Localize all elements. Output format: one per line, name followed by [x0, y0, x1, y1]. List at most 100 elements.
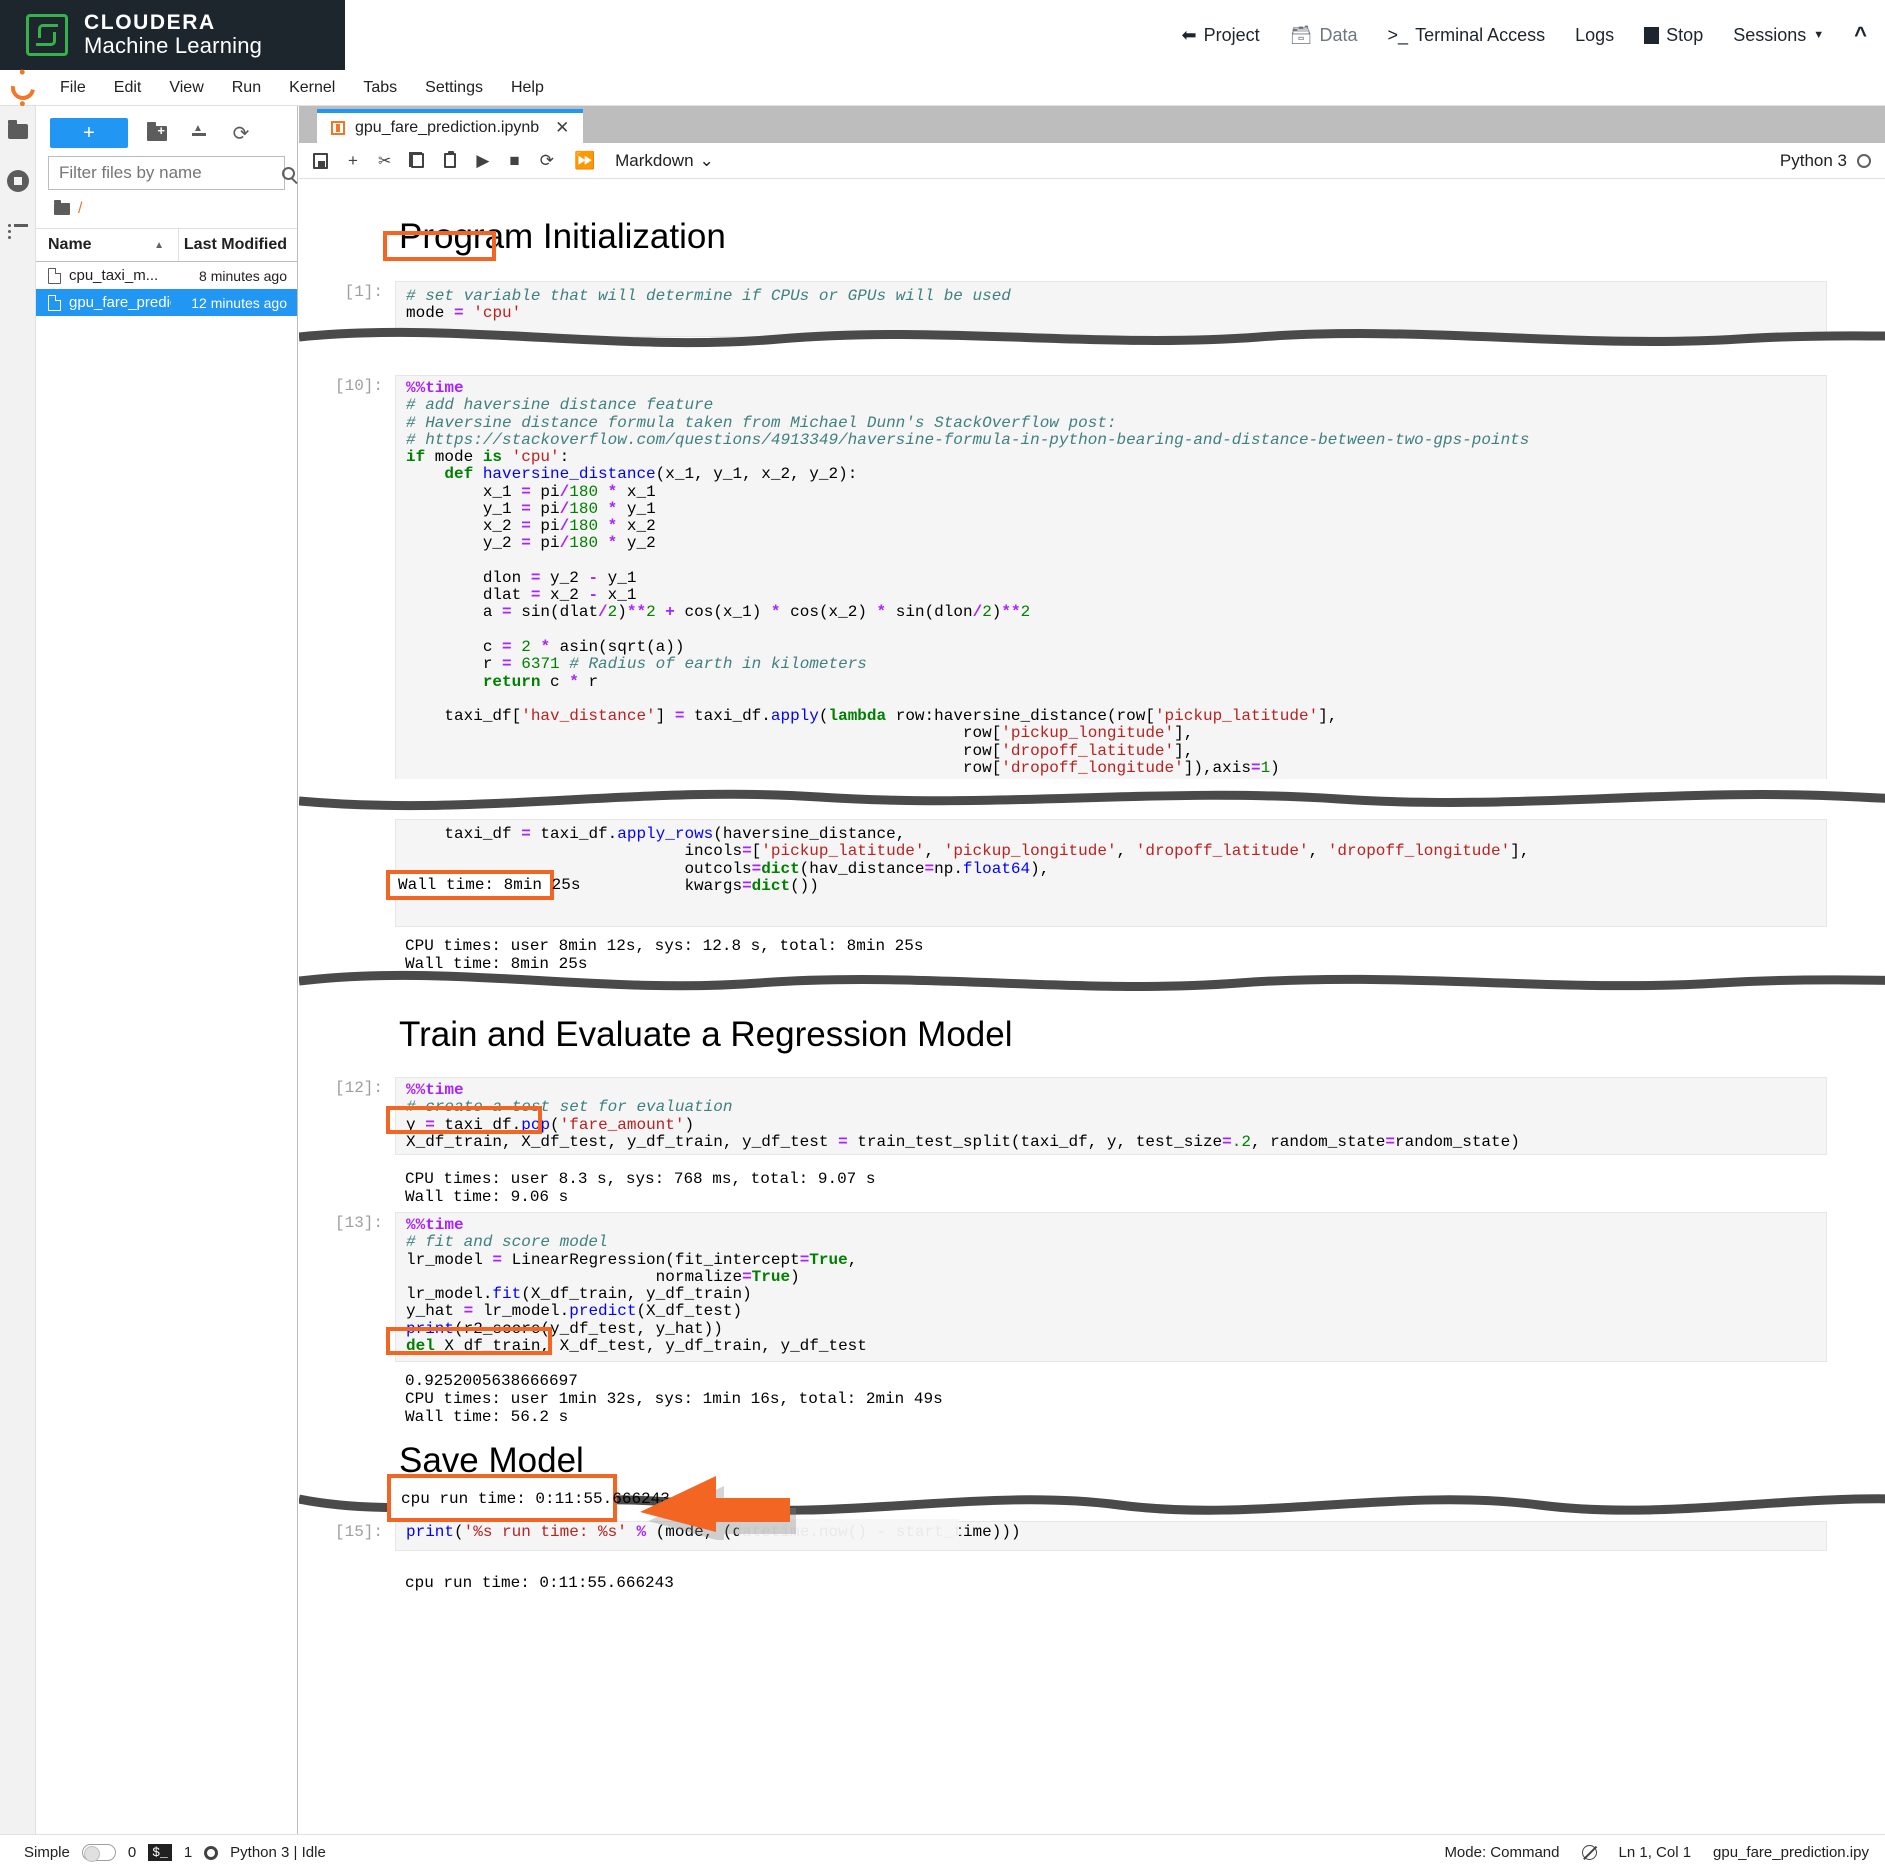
highlight-wall-time-13	[386, 1327, 552, 1355]
stop-square-icon	[1644, 26, 1660, 44]
refresh-icon: ⟳	[232, 122, 250, 145]
list-item[interactable]: cpu_taxi_m... 8 minutes ago	[36, 262, 297, 289]
cut-button[interactable]: ✂	[378, 151, 391, 171]
wall-time-line: Wall time: 56.2 s	[405, 1407, 569, 1426]
menu-kernel[interactable]: Kernel	[275, 79, 349, 97]
editor-mode-label: Mode: Command	[1444, 1844, 1560, 1861]
interrupt-button[interactable]: ■	[509, 151, 519, 171]
rail-file-browser[interactable]	[0, 106, 36, 156]
tab-gpu-fare-prediction[interactable]: gpu_fare_prediction.ipynb ✕	[317, 109, 584, 143]
refresh-button[interactable]: ⟳	[228, 120, 254, 146]
new-folder-button[interactable]	[144, 120, 170, 146]
status-left: Simple 0 $_ 1 Python 3 | Idle	[0, 1844, 326, 1862]
cell-output-10: CPU times: user 8min 12s, sys: 12.8 s, t…	[299, 934, 1885, 978]
file-filter-box[interactable]	[48, 156, 295, 190]
new-launcher-button[interactable]: +	[50, 118, 128, 148]
menu-file[interactable]: File	[46, 79, 100, 97]
restart-icon: ⟳	[539, 150, 554, 170]
save-button[interactable]	[313, 152, 328, 169]
code-editor[interactable]: # set variable that will determine if CP…	[395, 281, 1827, 337]
breadcrumb[interactable]: /	[36, 190, 297, 228]
nav-terminal-access[interactable]: >_ Terminal Access	[1388, 25, 1546, 46]
cell-output-15: cpu run time: 0:11:55.666243	[299, 1571, 1885, 1597]
add-cell-icon: +	[348, 150, 358, 170]
code-editor[interactable]: taxi_df = taxi_df.apply_rows(haversine_d…	[395, 819, 1827, 927]
search-icon	[282, 166, 295, 180]
upload-button[interactable]	[186, 120, 212, 146]
rail-running-sessions[interactable]	[0, 156, 36, 206]
menu-view[interactable]: View	[155, 79, 217, 97]
cloudera-top-bar: CLOUDERA Machine Learning ⬅ Project 🗃 Da…	[0, 0, 1885, 70]
file-modified: 12 minutes ago	[191, 294, 287, 311]
folder-icon	[54, 200, 70, 215]
upload-icon	[190, 123, 208, 142]
gear-icon[interactable]	[204, 1845, 219, 1860]
cut-icon: ✂	[377, 152, 392, 170]
simple-mode-toggle[interactable]	[81, 1844, 116, 1862]
close-icon[interactable]: ✕	[555, 118, 569, 138]
code-editor[interactable]: print('%s run time: %s' % (mode, (dateti…	[395, 1521, 1827, 1551]
restart-run-all-button[interactable]: ⏩	[574, 151, 595, 171]
wall-time-line: Wall time: 9.06 s	[405, 1187, 569, 1206]
page-title: Program Initialization	[399, 217, 726, 256]
cell-prompt: [1]:	[344, 283, 383, 301]
paste-button[interactable]	[444, 151, 457, 168]
column-header-name[interactable]: Name ▲	[36, 229, 179, 261]
search-input[interactable]	[57, 162, 282, 184]
file-browser-toolbar: + ⟳	[36, 106, 297, 156]
tab-bar: gpu_fare_prediction.ipynb ✕	[299, 106, 1885, 143]
add-cell-button[interactable]: +	[348, 151, 358, 171]
highlight-wall-time-1: Wall time: 8min 25s	[386, 870, 580, 900]
highlight-mode-cpu	[383, 231, 496, 261]
cloudera-logo-block: CLOUDERA Machine Learning	[0, 0, 345, 70]
rail-commands[interactable]	[0, 206, 36, 256]
menu-tabs[interactable]: Tabs	[349, 79, 411, 97]
cloudera-nav: ⬅ Project 🗃 Data >_ Terminal Access Logs…	[1182, 0, 1867, 70]
code-cell-15[interactable]: [15]: print('%s run time: %s' % (mode, (…	[299, 1521, 1885, 1551]
nav-sessions[interactable]: Sessions ▼	[1733, 25, 1824, 46]
terminal-icon: >_	[1387, 24, 1409, 45]
status-right: Mode: Command Ln 1, Col 1 gpu_fare_predi…	[1444, 1844, 1885, 1861]
code-editor[interactable]: %%time # add haversine distance feature …	[395, 375, 1827, 785]
copy-button[interactable]	[409, 152, 425, 168]
cell-prompt	[299, 819, 395, 927]
section-title-train-eval: Train and Evaluate a Regression Model	[399, 1015, 1013, 1054]
cpu-times-line: CPU times: user 8min 12s, sys: 12.8 s, t…	[405, 937, 924, 955]
menu-help[interactable]: Help	[497, 79, 558, 97]
nav-project[interactable]: ⬅ Project	[1182, 25, 1260, 46]
highlight-cpu-run-time: cpu run time: 0:11:55.666243	[387, 1474, 670, 1522]
file-list-header: Name ▲ Last Modified	[36, 228, 297, 262]
code-editor[interactable]: %%time # fit and score model lr_model = …	[395, 1212, 1827, 1362]
code-cell-1[interactable]: [1]: # set variable that will determine …	[299, 281, 1885, 337]
code-cell-10[interactable]: [10]: %%time # add haversine distance fe…	[299, 375, 1885, 785]
column-header-modified[interactable]: Last Modified	[179, 229, 297, 261]
kernel-indicator[interactable]: Python 3	[1780, 151, 1871, 171]
nav-data[interactable]: 🗃 Data	[1290, 25, 1358, 46]
database-icon: 🗃	[1289, 24, 1313, 45]
list-item[interactable]: gpu_fare_prediction.ipynb 12 minutes ago	[36, 289, 297, 316]
notebook-content: Program Initialization [1]: # set variab…	[299, 179, 1885, 1834]
menu-settings[interactable]: Settings	[411, 79, 497, 97]
cloudera-logo-icon	[26, 14, 68, 56]
nav-logs[interactable]: Logs	[1575, 25, 1614, 46]
chevron-up-icon: ^	[1854, 22, 1867, 47]
kernel-status-label[interactable]: Python 3 | Idle	[230, 1844, 326, 1861]
menu-run[interactable]: Run	[218, 79, 275, 97]
menu-edit[interactable]: Edit	[100, 79, 156, 97]
cloudera-brand-text: CLOUDERA Machine Learning	[84, 12, 262, 58]
cpu-times-line: CPU times: user 1min 32s, sys: 1min 16s,…	[405, 1389, 943, 1408]
nav-logs-label: Logs	[1575, 24, 1615, 45]
file-name: gpu_fare_prediction.ipynb	[69, 294, 171, 311]
collapse-banner-button[interactable]: ^	[1854, 22, 1867, 48]
nav-stop[interactable]: Stop	[1644, 25, 1703, 46]
cell-prompt	[299, 1369, 395, 1431]
run-button[interactable]: ▶	[476, 151, 489, 171]
tab-label: gpu_fare_prediction.ipynb	[355, 119, 540, 136]
code-comment: # set variable that will determine if CP…	[406, 287, 1011, 305]
bug-disabled-icon[interactable]	[1581, 1845, 1597, 1860]
output-text: 0.9252005638666697 CPU times: user 1min …	[395, 1369, 1827, 1431]
code-editor[interactable]: %%time # create a test set for evaluatio…	[395, 1077, 1827, 1155]
restart-kernel-button[interactable]: ⟳	[540, 151, 554, 171]
cell-type-select[interactable]: Markdown ⌄	[615, 151, 714, 171]
cell-prompt: [12]:	[334, 1079, 383, 1097]
